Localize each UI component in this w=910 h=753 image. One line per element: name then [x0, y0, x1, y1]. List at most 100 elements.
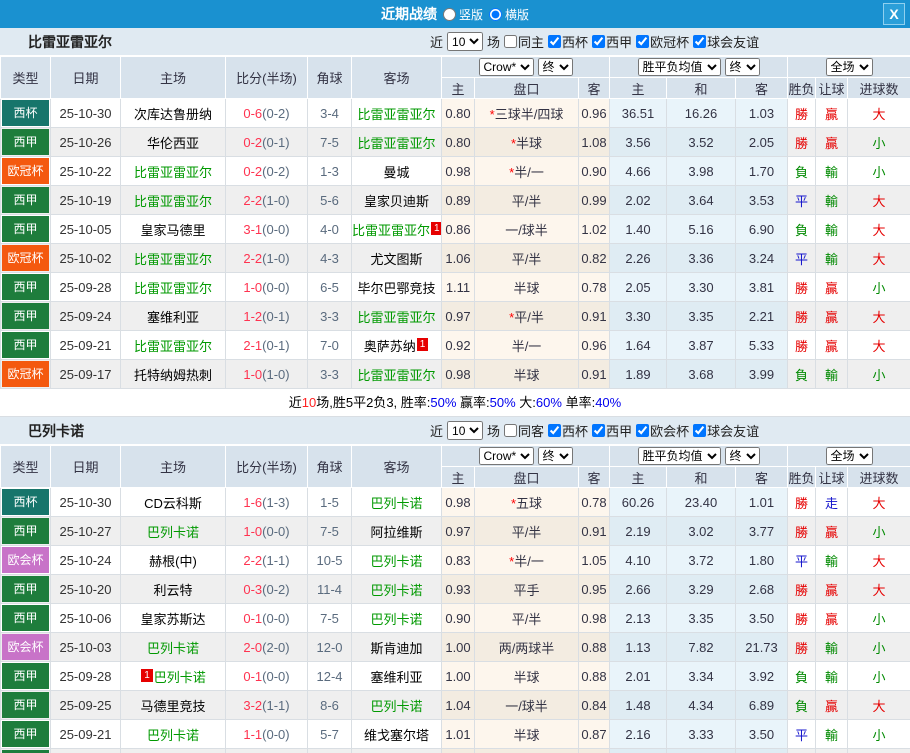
away-team-cell: 巴列卡诺 — [351, 603, 442, 633]
comp-checkbox-2[interactable] — [636, 35, 650, 48]
handicap-away-odds: 0.99 — [578, 185, 610, 215]
handicap-away-odds: 0.98 — [578, 603, 610, 633]
matches-table: 类型 日期 主场 比分(半场) 角球 客场 Crow* 终 胜平负均值终 全场 主… — [0, 445, 910, 753]
euro-time-select[interactable]: 终 — [724, 58, 760, 76]
avg-odds-select[interactable]: 胜平负均值 — [637, 58, 721, 76]
match-type-cell: 欧冠杯 — [0, 359, 51, 389]
col-away: 客场 — [351, 56, 442, 99]
handicap-away-odds: 0.91 — [578, 516, 610, 546]
comp-option[interactable]: 欧会杯 — [636, 421, 689, 440]
games-count-select[interactable]: 10 — [447, 32, 484, 51]
same-venue-option[interactable]: 同客 — [504, 421, 544, 440]
comp-checkbox-3[interactable] — [693, 424, 707, 437]
table-row: 西甲 25-09-28 1 巴列卡诺 0-1(0-0) 12-4 塞维利亚 1.0… — [0, 661, 910, 691]
comp-option[interactable]: 西甲 — [592, 421, 632, 440]
handicap-line: 平/半 — [514, 309, 544, 325]
comp-checkbox-0[interactable] — [548, 35, 562, 48]
result-handicap: 贏 — [815, 127, 849, 157]
bookmaker-select[interactable]: Crow* — [478, 58, 534, 76]
result-handicap: 贏 — [815, 301, 849, 331]
games-count-select[interactable]: 10 — [447, 421, 484, 440]
euro-draw-odds: 3.35 — [666, 603, 736, 633]
result-winlose: 負 — [787, 156, 817, 186]
handicap-away-odds: 0.88 — [578, 632, 610, 662]
table-row: 欧冠杯 25-10-22 比雷亚雷亚尔 0-2(0-2) 1-3 曼城 0.98… — [0, 156, 910, 186]
score-cell: 1-0(0-0) — [225, 272, 308, 302]
comp-option[interactable]: 西杯 — [548, 421, 588, 440]
euro-away-odds: 6.90 — [734, 214, 789, 244]
same-venue-checkbox[interactable] — [504, 424, 518, 437]
comp-checkbox-1[interactable] — [592, 424, 606, 437]
euro-draw-odds: 3.64 — [666, 185, 736, 215]
comp-checkbox-1[interactable] — [592, 35, 606, 48]
col-eu-away: 客 — [734, 77, 789, 99]
comp-option[interactable]: 球会友谊 — [693, 32, 759, 51]
score-cell: 0-1(0-0) — [225, 661, 308, 691]
result-winlose: 勝 — [787, 574, 817, 604]
same-venue-checkbox[interactable] — [504, 35, 518, 48]
euro-draw-odds: 3.35 — [666, 301, 736, 331]
result-winlose: 負 — [787, 214, 817, 244]
away-team-cell: 比雷亚雷亚尔 — [351, 301, 442, 331]
horizontal-layout-radio[interactable] — [489, 7, 502, 21]
home-team-name: 马德里竞技 — [140, 698, 206, 714]
result-handicap: 贏 — [815, 516, 849, 546]
handicap-time-select[interactable]: 终 — [537, 447, 573, 465]
comp-checkbox-2[interactable] — [636, 424, 650, 437]
euro-away-odds: 2.90 — [734, 748, 789, 753]
home-team-name: 巴列卡诺 — [146, 524, 199, 540]
col-ah-line: 盘口 — [474, 466, 579, 488]
summary-part: 50% — [489, 395, 516, 410]
horizontal-layout-option[interactable]: 横版 — [489, 6, 529, 23]
handicap-line-cell: 一/球半 — [474, 690, 579, 720]
comp-checkbox-3[interactable] — [693, 35, 707, 48]
games-label: 场 — [487, 35, 501, 50]
home-team-cell: 利云特 — [120, 574, 226, 604]
euro-time-select[interactable]: 终 — [724, 447, 760, 465]
handicap-line: 一/球半 — [505, 222, 548, 238]
close-button[interactable]: X — [883, 3, 905, 25]
match-type-cell: 欧冠杯 — [0, 243, 51, 273]
away-team-cell: 巴列卡诺 — [351, 690, 442, 720]
team-section-header: 巴列卡诺 近 10 场 同客 西杯 西甲 欧会杯 球会友谊 — [0, 417, 910, 445]
comp-option[interactable]: 西杯 — [548, 32, 588, 51]
handicap-line-cell: 两/两球半 — [474, 632, 579, 662]
comp-option[interactable]: 西甲 — [592, 32, 632, 51]
same-venue-option[interactable]: 同主 — [504, 32, 544, 51]
result-winlose: 勝 — [787, 603, 817, 633]
fulltime-score: 1-1 — [243, 726, 263, 742]
col-date: 日期 — [50, 445, 121, 488]
result-winlose: 平 — [787, 545, 817, 575]
euro-away-odds: 2.68 — [734, 574, 789, 604]
home-team-name: 利云特 — [153, 582, 193, 598]
match-date: 25-09-25 — [50, 690, 121, 720]
away-team-name: 奥萨苏纳 — [363, 338, 416, 354]
corner-count: 3-3 — [307, 301, 352, 331]
match-date: 25-10-19 — [50, 185, 121, 215]
match-date: 25-10-05 — [50, 214, 121, 244]
match-type-badge: 西甲 — [2, 216, 49, 242]
euro-home-odds: 2.70 — [609, 748, 667, 753]
fulltime-score: 1-2 — [243, 308, 263, 324]
home-team-cell: 比雷亚雷亚尔 — [120, 272, 226, 302]
euro-home-odds: 1.48 — [609, 690, 667, 720]
avg-odds-select[interactable]: 胜平负均值 — [637, 447, 721, 465]
scope-select[interactable]: 全场 — [825, 447, 873, 465]
table-row: 西甲 25-10-27 巴列卡诺 1-0(0-0) 7-5 阿拉维斯 0.97 … — [0, 516, 910, 546]
score-cell: 0-6(0-2) — [225, 98, 308, 128]
comp-option[interactable]: 球会友谊 — [693, 421, 759, 440]
corner-count: 7-5 — [307, 516, 352, 546]
scope-select[interactable]: 全场 — [825, 58, 873, 76]
handicap-time-select[interactable]: 终 — [537, 58, 573, 76]
handicap-line-cell: 平手 — [474, 748, 579, 753]
bookmaker-select[interactable]: Crow* — [478, 447, 534, 465]
handicap-away-odds: 0.96 — [578, 330, 610, 360]
vertical-layout-option[interactable]: 竖版 — [442, 6, 483, 23]
fulltime-score: 3-1 — [243, 221, 263, 237]
euro-home-odds: 2.66 — [609, 574, 667, 604]
comp-checkbox-0[interactable] — [548, 424, 562, 437]
comp-option[interactable]: 欧冠杯 — [636, 32, 689, 51]
score-cell: 0-1(0-0) — [225, 603, 308, 633]
handicap-away-odds: 0.91 — [578, 359, 610, 389]
vertical-layout-radio[interactable] — [442, 7, 456, 21]
